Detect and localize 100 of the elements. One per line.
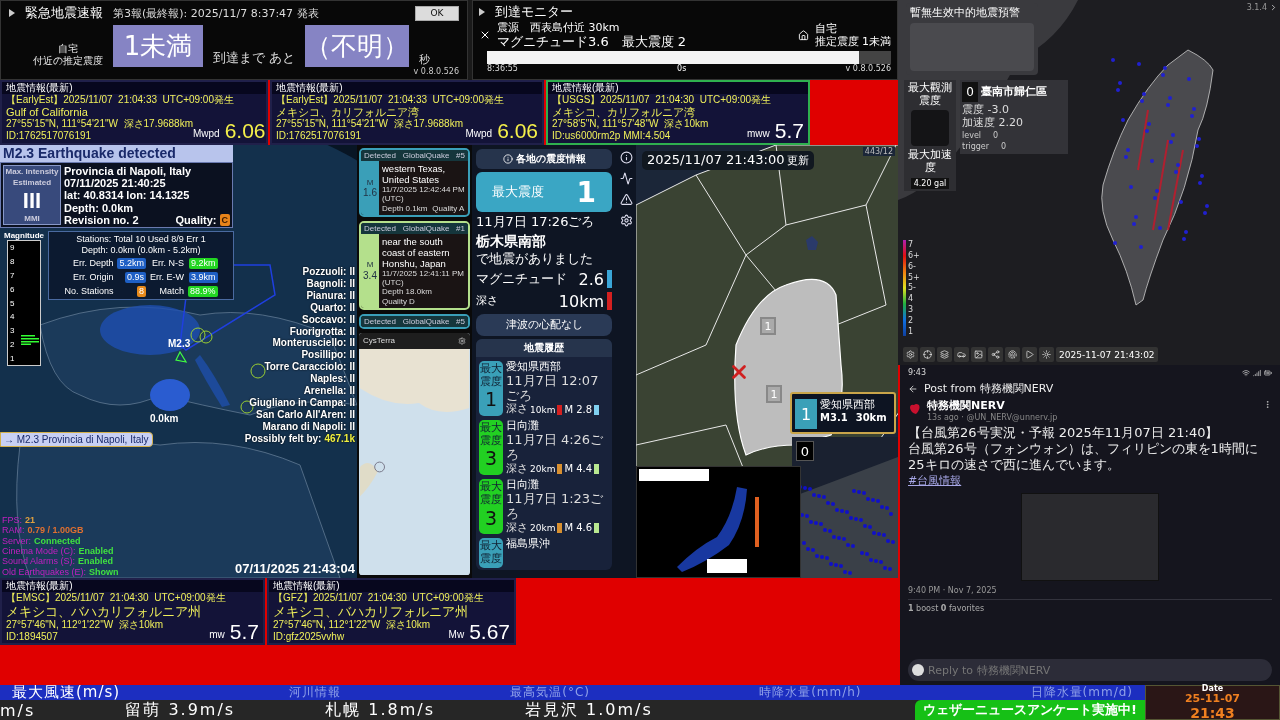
coordinates-text: lat: 40.8314 lon: 14.1325 xyxy=(64,189,191,202)
updated-suffix: 更新 xyxy=(787,155,810,168)
intensity-label: Estimated xyxy=(12,178,52,188)
city-intensity: II xyxy=(349,301,355,314)
status-value: Connected xyxy=(34,535,81,547)
coordinates-text: 27°57'46"N, 112°1'22"W 深さ10km xyxy=(6,619,165,631)
city-name: Quarto: xyxy=(310,301,347,314)
version-text: 3.1.4 xyxy=(1246,3,1267,13)
depth-value: 10km xyxy=(558,291,604,311)
source-text: 【EarlyEst】2025/11/07 21:04:33 UTC+09:00発生 xyxy=(276,94,505,106)
source-text: 【EMSC】2025/11/07 21:04:30 UTC+09:00発生 xyxy=(6,592,227,604)
time-text: 8:36:55 xyxy=(487,64,518,74)
number-text: #5 xyxy=(456,316,465,326)
city-name: Marano di Napoli: xyxy=(262,420,347,433)
quality-text: Quality A xyxy=(432,203,465,213)
depth-value: 10km xyxy=(530,404,556,415)
post-text: 台風第26号（フォンウォン）は、フィリピンの東を1時間に25キロの速さで西に進んでいます。 xyxy=(908,440,1259,473)
city-intensity: II xyxy=(349,266,355,278)
tick-label: 5 xyxy=(10,298,15,308)
card-heading: 地震情報(最新) xyxy=(548,82,808,94)
id-text: ID:us6000rm2p MMI:4.504 xyxy=(552,130,672,142)
share-button[interactable] xyxy=(988,347,1003,362)
stat-label: Err. N-S xyxy=(152,258,184,269)
intensity-unit: MMI xyxy=(24,213,40,223)
stat-label: No. Stations xyxy=(64,286,114,297)
fingerprint-button[interactable] xyxy=(1005,347,1020,362)
city-name: Naples: xyxy=(310,373,347,386)
home-intensity: 推定震度 1未満 xyxy=(814,35,891,48)
intensity-value: 3 xyxy=(484,447,498,470)
intensity-marker: 1 xyxy=(766,385,782,403)
magnitude-value: 6.06 xyxy=(497,120,538,142)
back-icon[interactable] xyxy=(908,384,918,394)
status-text: Detected xyxy=(364,151,397,161)
reply-field[interactable]: Reply to 特務機関NERV xyxy=(908,659,1272,681)
marker-label: M2.3 xyxy=(168,338,191,349)
badge-label: 最大震度 xyxy=(479,422,503,448)
stations-summary: Stations: Total 10 Used 8/9 Err 1 xyxy=(76,234,206,245)
tick-label: 1 xyxy=(10,353,15,363)
more-icon[interactable] xyxy=(1263,400,1272,409)
city-intensity: II xyxy=(349,396,355,409)
region-text: メキシコ、カリフォルニア湾 xyxy=(552,106,696,118)
settings-button[interactable] xyxy=(903,347,918,362)
collapse-triangle-icon[interactable] xyxy=(9,9,15,17)
collapse-triangle-icon[interactable] xyxy=(479,8,485,16)
card-heading: 地震情報(最新) xyxy=(269,580,514,592)
magnitude-type: Mw xyxy=(448,629,465,641)
place-text: Provincia di Napoli, Italy xyxy=(64,165,193,178)
settings-icon[interactable] xyxy=(619,214,633,227)
layers-button[interactable] xyxy=(937,347,952,362)
settings-icon[interactable] xyxy=(458,336,466,345)
expand-icon[interactable] xyxy=(1269,3,1278,13)
quality-badge: C xyxy=(219,213,230,226)
date-value: 25-11-07 xyxy=(1184,692,1241,706)
shindo-text: 震度 -3.0 xyxy=(962,104,1009,117)
status-value: Enabled xyxy=(78,546,114,557)
city-name: Monterusciello: xyxy=(272,337,347,350)
source-text: GlobalQuake xyxy=(402,151,450,161)
image-button[interactable] xyxy=(971,347,986,362)
info-icon[interactable] xyxy=(619,151,633,164)
city-intensity: II xyxy=(349,289,355,302)
earthquake-list-item[interactable]: → M2.3 Provincia di Napoli, Italy xyxy=(0,432,153,447)
tsunami-status-button[interactable]: 津波の心配なし xyxy=(476,313,612,336)
time-button[interactable]: 2025-11-07 21:43:02 xyxy=(1056,347,1158,362)
status-label: FPS: xyxy=(2,515,22,526)
crosshair-button[interactable] xyxy=(920,347,935,362)
ok-button[interactable]: OK xyxy=(415,5,459,21)
car-button[interactable] xyxy=(954,347,969,362)
city-intensity: II xyxy=(349,408,355,421)
signal-icon xyxy=(1253,368,1261,377)
play-button[interactable] xyxy=(1022,347,1037,362)
intensity-value: III xyxy=(22,189,42,212)
ticker-value: m/s xyxy=(0,700,36,720)
author-name: 特務機関NERV xyxy=(927,400,1006,413)
intensity-label: Max. Intensity xyxy=(5,167,59,177)
crosshair-icon xyxy=(923,350,932,359)
sun-button[interactable] xyxy=(1039,347,1054,362)
city-name: Fuorigrotta: xyxy=(289,325,347,338)
magnitude-value: 3.4 xyxy=(363,269,377,282)
scale-label: 7 xyxy=(908,240,915,250)
region-text: Gulf of California xyxy=(6,106,89,118)
window-title: CysTerra xyxy=(363,336,395,346)
warning-icon[interactable] xyxy=(619,193,633,206)
badge-label: 最大震度 xyxy=(479,362,503,389)
date-label: Date xyxy=(1201,683,1224,693)
title-text: 各地の震度情報 xyxy=(515,152,586,166)
depth-label: 深さ xyxy=(506,403,528,417)
tick-label: 4 xyxy=(10,312,15,322)
depth-text: Depth: 0.0km xyxy=(64,201,135,214)
depth-label: 深さ xyxy=(476,295,498,308)
region-text: 愛知県西部 xyxy=(820,399,876,412)
waveform-icon[interactable] xyxy=(619,172,633,185)
scale-label: 5- xyxy=(908,283,917,293)
city-name: Soccavo: xyxy=(301,313,347,326)
status-value: 21 xyxy=(25,515,36,526)
arrival-label: 到達まで あと xyxy=(213,49,296,67)
version-text: v 0.8.0.526 xyxy=(412,67,459,76)
hashtag-link[interactable]: #台風情報 xyxy=(908,472,962,488)
chart-title: Magnitude xyxy=(4,231,44,241)
stat-label: Err. Depth xyxy=(72,258,114,269)
magnitude-value: M 4.6 xyxy=(564,522,593,534)
